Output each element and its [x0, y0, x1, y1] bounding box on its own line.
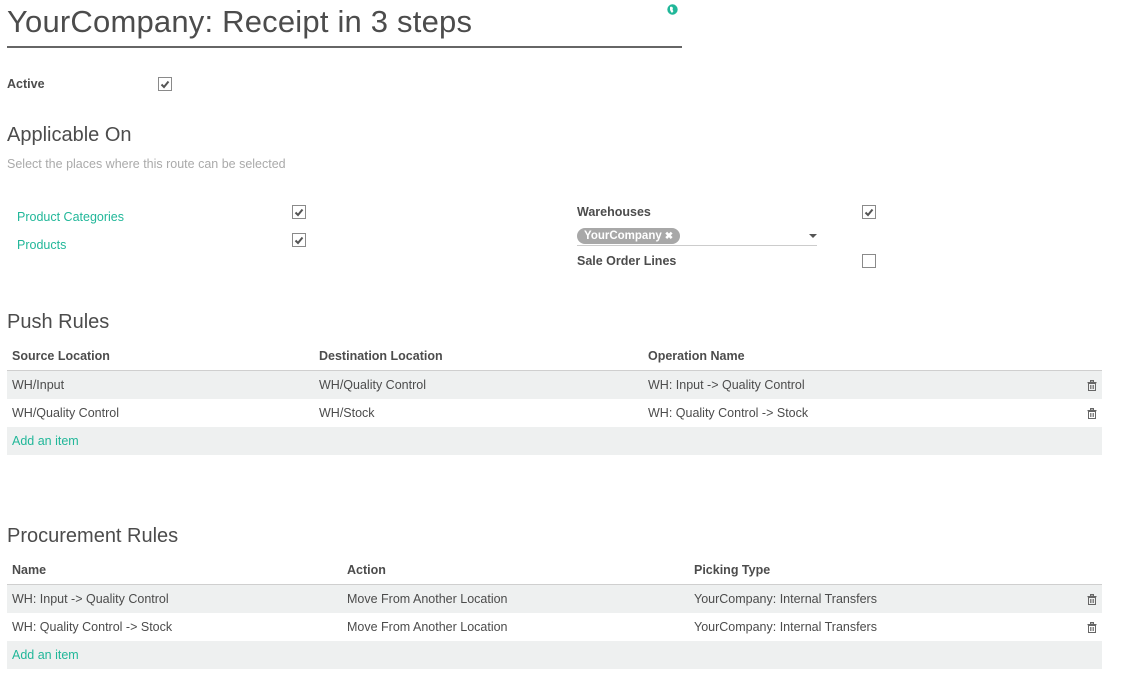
cell: WH: Quality Control -> Stock: [648, 406, 809, 420]
table-header: Name Action Picking Type: [7, 556, 1102, 585]
warehouse-tag: YourCompany ✖: [577, 228, 681, 244]
cell: YourCompany: Internal Transfers: [689, 584, 1080, 613]
active-checkbox[interactable]: [158, 77, 172, 91]
warehouse-tag-label: YourCompany: [584, 230, 662, 242]
warehouses-input[interactable]: [577, 245, 817, 246]
add-item-link[interactable]: Add an item: [12, 648, 79, 662]
applicable-on-hint: Select the places where this route can b…: [7, 157, 286, 171]
product-categories-label: Product Categories: [17, 210, 125, 224]
delete-row-button[interactable]: [1080, 584, 1102, 613]
column-header[interactable]: Action: [342, 556, 689, 585]
tag-remove-icon[interactable]: ✖: [665, 231, 673, 242]
procurement-rules-heading: Procurement Rules: [7, 525, 179, 547]
column-header[interactable]: Operation Name: [643, 342, 1080, 371]
products-checkbox[interactable]: [292, 233, 306, 247]
trash-icon: [1087, 408, 1097, 420]
push-rules-heading: Push Rules: [7, 311, 110, 333]
record-title[interactable]: YourCompany: Receipt in 3 steps: [7, 4, 472, 40]
cell: WH/Stock: [319, 406, 375, 420]
sale-order-lines-checkbox[interactable]: [862, 254, 876, 268]
cell: WH/Input: [7, 370, 314, 399]
delete-row-button[interactable]: [1080, 399, 1102, 427]
delete-row-button[interactable]: [1080, 370, 1102, 399]
cell: WH: Quality Control -> Stock: [12, 620, 173, 634]
table-row[interactable]: WH: Input -> Quality Control Move From A…: [7, 584, 1102, 613]
active-label: Active: [7, 77, 45, 91]
column-header[interactable]: Destination Location: [314, 342, 643, 371]
globe-icon[interactable]: [667, 3, 678, 15]
check-icon: [294, 236, 304, 245]
trash-icon: [1087, 622, 1097, 634]
trash-icon: [1087, 594, 1097, 606]
cell: WH: Input -> Quality Control: [7, 584, 342, 613]
trash-icon: [1087, 380, 1097, 392]
applicable-on-heading: Applicable On: [7, 124, 132, 146]
warehouses-checkbox[interactable]: [862, 205, 876, 219]
product-categories-checkbox[interactable]: [292, 205, 306, 219]
cell: YourCompany: Internal Transfers: [694, 620, 877, 634]
dropdown-caret-icon[interactable]: [809, 234, 817, 238]
column-header[interactable]: Picking Type: [689, 556, 1080, 585]
check-icon: [160, 80, 170, 89]
table-header: Source Location Destination Location Ope…: [7, 342, 1102, 371]
table-row[interactable]: WH: Quality Control -> Stock Move From A…: [7, 613, 1102, 641]
column-header[interactable]: Name: [7, 556, 342, 585]
add-item-row: Add an item: [7, 641, 1102, 669]
column-header[interactable]: Source Location: [7, 342, 314, 371]
cell: Move From Another Location: [342, 584, 689, 613]
check-icon: [864, 208, 874, 217]
cell: WH: Input -> Quality Control: [643, 370, 1080, 399]
check-icon: [294, 208, 304, 217]
products-label: Products: [17, 238, 67, 252]
warehouses-label: Warehouses: [577, 205, 651, 219]
title-underline: [7, 46, 682, 48]
cell: WH/Quality Control: [12, 406, 119, 420]
table-row[interactable]: WH/Quality Control WH/Stock WH: Quality …: [7, 399, 1102, 427]
cell: Move From Another Location: [347, 620, 508, 634]
push-rules-table: Source Location Destination Location Ope…: [7, 342, 1102, 455]
delete-row-button[interactable]: [1080, 613, 1102, 641]
table-row[interactable]: WH/Input WH/Quality Control WH: Input ->…: [7, 370, 1102, 399]
procurement-rules-table: Name Action Picking Type WH: Input -> Qu…: [7, 556, 1102, 669]
sale-order-lines-label: Sale Order Lines: [577, 254, 677, 268]
cell: WH/Quality Control: [314, 370, 643, 399]
add-item-row: Add an item: [7, 427, 1102, 455]
add-item-link[interactable]: Add an item: [12, 434, 79, 448]
